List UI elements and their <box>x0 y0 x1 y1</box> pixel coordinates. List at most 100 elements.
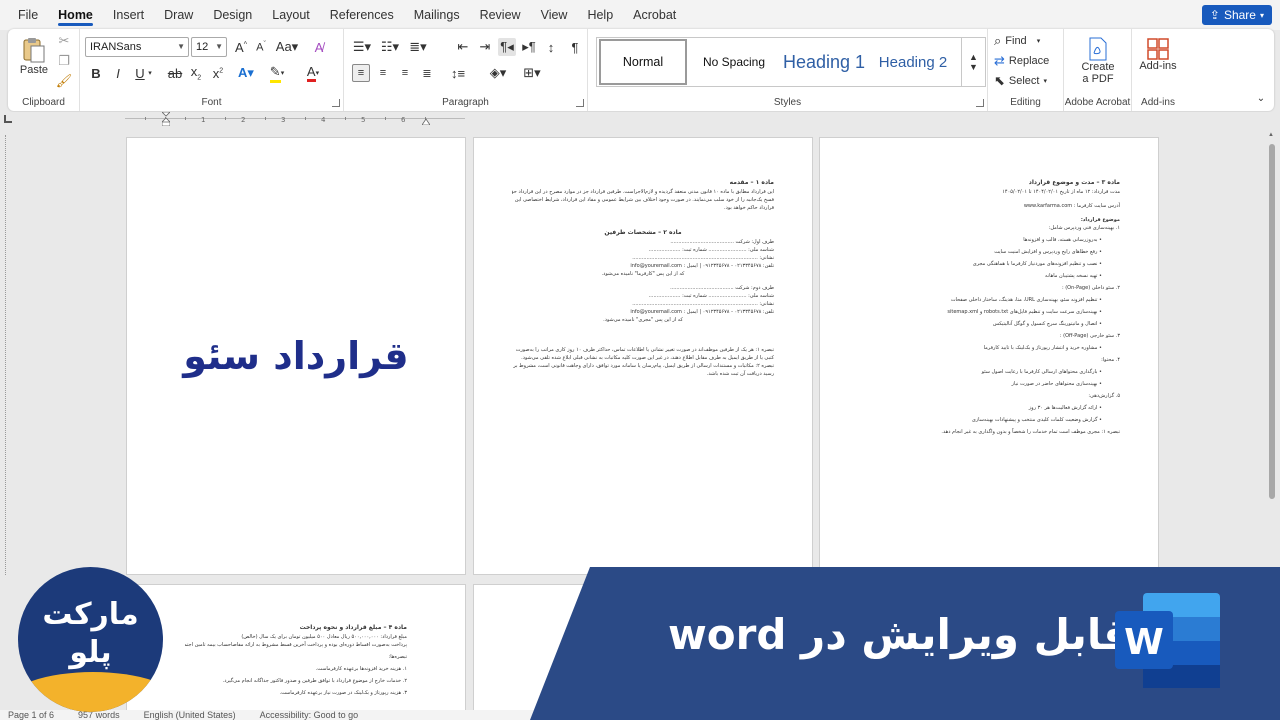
sort-icon[interactable]: ↕ <box>542 38 560 56</box>
article-2-heading: ماده ۲ – مشخصات طرفین <box>604 229 682 236</box>
tab-selector-icon[interactable] <box>4 115 12 123</box>
article-4-heading: ماده ۴ – مبلغ قرارداد و نحوه پرداخت <box>299 624 407 631</box>
vertical-scrollbar[interactable]: ▲ <box>1268 132 1276 570</box>
font-color-icon[interactable]: A ▾ <box>302 64 324 82</box>
align-left-icon[interactable]: ≡ <box>352 64 370 82</box>
font-name-value: IRANSans <box>90 41 142 53</box>
paste-icon <box>23 38 45 63</box>
rtl-direction-icon[interactable]: ¶◂ <box>498 38 516 56</box>
styles-more-button[interactable]: ▲ ▼ <box>961 38 985 86</box>
list-item: تهیه نسخه پشتیبان ماهانه <box>858 272 1102 280</box>
decrease-indent-icon[interactable]: ⇤ <box>454 38 472 56</box>
strikethrough-button[interactable]: ab <box>166 64 184 82</box>
menu-bar: File Home Insert Draw Design Layout Refe… <box>0 0 1280 30</box>
clear-formatting-icon[interactable]: A̸ <box>310 38 328 56</box>
paragraph-line: فسخ یک‌جانبه را از خود سلب می‌نمایند. در… <box>514 197 774 203</box>
tab-references[interactable]: References <box>320 0 404 30</box>
svg-text:W: W <box>1124 622 1164 663</box>
superscript-button[interactable]: x2 <box>210 64 226 82</box>
addins-label: Add-ins <box>1139 60 1177 72</box>
share-icon: ⇪ <box>1209 8 1220 22</box>
collapse-ribbon-icon[interactable]: ⌄ <box>1254 91 1268 105</box>
tab-view[interactable]: View <box>531 0 578 30</box>
style-no-spacing[interactable]: No Spacing <box>691 39 777 85</box>
list-item: مشاوره خرید و انتشار رپورتاژ و بک‌لینک ب… <box>858 344 1102 352</box>
paste-button[interactable]: Paste <box>16 33 52 79</box>
font-dialog-launcher-icon[interactable] <box>332 99 340 107</box>
align-right-icon[interactable]: ≡ <box>396 64 414 82</box>
editing-group: ⌕ Find ▾ ⇄ Replace ⬉ Select ▾ Editing <box>988 29 1064 111</box>
svg-text:3: 3 <box>281 116 285 124</box>
scrollbar-thumb[interactable] <box>1269 144 1275 499</box>
paragraph-dialog-launcher-icon[interactable] <box>576 99 584 107</box>
tab-draw[interactable]: Draw <box>154 0 203 30</box>
subscript-button[interactable]: x2 <box>188 64 204 82</box>
text-effects-icon[interactable]: A▾ <box>236 64 256 82</box>
align-center-icon[interactable]: ≡ <box>374 64 392 82</box>
tab-file[interactable]: File <box>8 0 48 30</box>
tab-insert[interactable]: Insert <box>103 0 154 30</box>
list-item: بهینه‌سازی سرعت سایت و تنظیم فایل‌های ro… <box>858 308 1102 316</box>
chevron-down-icon: ▾ <box>1036 38 1041 45</box>
shading-icon[interactable]: ◈▾ <box>486 64 510 82</box>
left-indent-marker-icon[interactable] <box>161 111 171 127</box>
accessibility-status[interactable]: Accessibility: Good to go <box>260 710 359 720</box>
cut-icon[interactable]: ✂ <box>56 33 72 49</box>
subject-line: ۱. بهینه‌سازی فنی وردپرس شامل: <box>1048 225 1120 231</box>
borders-icon[interactable]: ⊞▾ <box>520 64 544 82</box>
format-painter-icon[interactable]: 🖌 <box>56 73 73 89</box>
svg-text:1: 1 <box>201 116 205 124</box>
list-item: گزارش وضعیت کلمات کلیدی منتخب و پیشنهادا… <box>858 416 1102 424</box>
create-pdf-label-2: a PDF <box>1082 73 1114 85</box>
style-normal[interactable]: Normal <box>599 39 687 85</box>
scroll-up-icon[interactable]: ▲ <box>1268 132 1274 138</box>
find-button[interactable]: ⌕ Find ▾ <box>994 32 1060 50</box>
tab-help[interactable]: Help <box>577 0 623 30</box>
styles-dialog-launcher-icon[interactable] <box>976 99 984 107</box>
tab-mailings[interactable]: Mailings <box>404 0 470 30</box>
tab-review[interactable]: Review <box>470 0 531 30</box>
highlight-color-icon[interactable]: ✎ ▾ <box>266 64 288 83</box>
addins-grid-icon <box>1147 38 1169 60</box>
replace-label: Replace <box>1008 55 1050 67</box>
right-indent-marker-icon[interactable] <box>421 114 431 126</box>
numbering-icon[interactable]: ☷▾ <box>378 38 402 56</box>
create-pdf-button[interactable]: Create a PDF <box>1070 33 1126 89</box>
tab-layout[interactable]: Layout <box>262 0 320 30</box>
show-marks-icon[interactable]: ¶ <box>566 38 584 56</box>
list-item: بهینه‌سازی محتواهای حاضر در صورت نیاز <box>858 380 1102 388</box>
line-spacing-icon[interactable]: ↕≡ <box>446 64 470 82</box>
tab-home[interactable]: Home <box>48 0 103 30</box>
justify-icon[interactable]: ≣ <box>418 64 436 82</box>
font-size-select[interactable]: 12 ▼ <box>191 37 227 57</box>
grow-font-icon[interactable]: A^ <box>232 38 250 56</box>
italic-button[interactable]: I <box>110 64 126 82</box>
section-heading: ۳. سئو خارجی (Off-Page) : <box>1059 333 1120 339</box>
svg-text:6: 6 <box>401 116 406 124</box>
multilevel-list-icon[interactable]: ≣▾ <box>406 38 430 56</box>
tab-acrobat[interactable]: Acrobat <box>623 0 686 30</box>
chevron-down-icon[interactable]: ▾ <box>146 64 154 82</box>
select-button[interactable]: ⬉ Select ▾ <box>994 72 1060 90</box>
bold-button[interactable]: B <box>88 64 104 82</box>
tab-design[interactable]: Design <box>203 0 262 30</box>
addins-group: Add-ins Add-ins <box>1132 29 1184 111</box>
page-parties: ماده ۱ – مقدمه این قرارداد مطابق با ماده… <box>473 137 813 575</box>
ltr-direction-icon[interactable]: ▸¶ <box>520 38 538 56</box>
cursor-icon: ⬉ <box>994 73 1005 88</box>
word-logo-icon: W <box>1115 593 1220 688</box>
increase-indent-icon[interactable]: ⇥ <box>476 38 494 56</box>
font-name-select[interactable]: IRANSans ▼ <box>85 37 189 57</box>
horizontal-ruler: 1 2 3 4 5 6 <box>0 111 1280 128</box>
copy-icon[interactable]: ❐ <box>56 53 72 69</box>
bullets-icon[interactable]: ☰▾ <box>350 38 374 56</box>
share-button[interactable]: ⇪ Share ▾ <box>1201 5 1272 25</box>
change-case-icon[interactable]: Aa▾ <box>276 38 298 56</box>
shrink-font-icon[interactable]: Aˇ <box>252 38 270 56</box>
party-line: تلفن: ۰۲۱۳۳۴۵۶۷۸ - ۰۹۱۲۳۴۵۶۷۸ | ایمیل : … <box>630 309 774 315</box>
style-heading-2[interactable]: Heading 2 <box>871 39 955 85</box>
replace-button[interactable]: ⇄ Replace <box>994 52 1060 70</box>
style-heading-1[interactable]: Heading 1 <box>779 39 869 85</box>
addins-button[interactable]: Add-ins <box>1136 33 1180 77</box>
paragraph-line: قرارداد حاکم خواهد بود. <box>724 205 774 211</box>
